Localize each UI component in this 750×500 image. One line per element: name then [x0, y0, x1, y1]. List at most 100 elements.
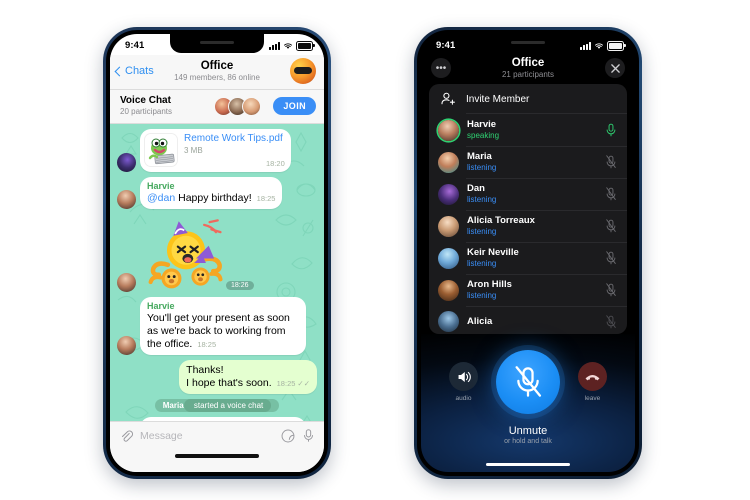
participant-state: listening	[467, 163, 497, 172]
audio-control[interactable]: audio	[449, 362, 478, 402]
more-dots-icon[interactable]: •••	[431, 58, 451, 78]
right-status-bar: 9:41	[421, 34, 635, 55]
message-text: @dan Happy birthday! 18:25	[147, 192, 275, 205]
participant-row[interactable]: Aron Hills listening	[429, 274, 627, 306]
participant-names: Keir Neville listening	[467, 247, 519, 269]
avatar	[438, 215, 459, 237]
participant-row[interactable]: Maria listening	[429, 146, 627, 178]
message-sender: Harvie	[147, 181, 175, 191]
service-message-voice-started: Maria started a voice chat	[117, 399, 317, 412]
participant-names: Dan listening	[467, 183, 496, 205]
cellular-bars-icon	[580, 42, 591, 50]
message-row-mention[interactable]: Harvie @dan Happy birthday! 18:25	[117, 177, 317, 209]
party-monkey-sticker[interactable]	[140, 214, 232, 292]
message-body: Happy birthday!	[175, 192, 252, 204]
search-input[interactable]: Message	[140, 430, 274, 442]
status-indicators	[580, 40, 626, 51]
mic-muted-icon[interactable]	[605, 219, 617, 233]
mic-on-icon[interactable]	[605, 123, 617, 137]
participant-name: Dan	[467, 183, 485, 194]
message-row-sticker[interactable]: 18:26	[117, 214, 317, 292]
leave-control[interactable]: leave	[578, 362, 607, 402]
left-status-bar: 9:41	[110, 34, 324, 55]
home-indicator[interactable]	[486, 462, 570, 466]
participant-names: Harvie speaking	[467, 119, 499, 141]
voice-chat-bar[interactable]: Voice Chat 20 participants JOIN	[110, 90, 324, 124]
speaker-icon	[458, 371, 471, 382]
participant-names: Aron Hills listening	[467, 279, 512, 301]
call-controls-area: audio leave Unmute or hold and talk	[421, 334, 635, 472]
participant-row[interactable]: Harvie speaking	[429, 114, 627, 146]
service-body: started a voice chat	[183, 399, 272, 412]
service-name: Maria	[162, 401, 184, 410]
message-timestamp: 18:25	[276, 379, 296, 388]
text-message-bubble[interactable]: Maria You can still have your Happy Birt…	[140, 417, 306, 421]
participant-names: Alicia Torreaux listening	[467, 215, 535, 237]
leave-call-button[interactable]	[578, 362, 607, 391]
message-sender: Harvie	[147, 301, 175, 311]
right-phone-screen: 9:41 ••• Office 21 participants Invite M…	[421, 34, 635, 472]
message-timestamp: 18:20	[265, 159, 285, 168]
unmute-button[interactable]	[496, 350, 560, 414]
outgoing-message-bubble[interactable]: Thanks! I hope that's soon. 18:25 ✓✓	[179, 360, 317, 394]
file-name[interactable]: Remote Work Tips.pdf	[184, 133, 283, 145]
participant-name: Maria	[467, 151, 492, 162]
participants-list[interactable]: Invite Member Harvie speaking Maria list…	[429, 84, 627, 334]
participant-state: speaking	[467, 131, 500, 140]
participant-state: listening	[467, 291, 497, 300]
invite-member-label: Invite Member	[466, 93, 530, 105]
back-to-chats-button[interactable]: Chats	[114, 65, 154, 77]
message-input-bar[interactable]: Message	[110, 421, 324, 449]
pdf-thumbnail	[144, 133, 178, 167]
paperclip-icon[interactable]	[119, 429, 133, 443]
participant-names: Maria listening	[467, 151, 496, 173]
mic-muted-icon[interactable]	[605, 283, 617, 297]
mic-muted-icon[interactable]	[605, 187, 617, 201]
participant-state: listening	[467, 259, 497, 268]
invite-member-button[interactable]: Invite Member	[429, 84, 627, 114]
participant-row[interactable]: Alicia Torreaux listening	[429, 210, 627, 242]
chat-message-list[interactable]: Remote Work Tips.pdf 3 MB 18:20 Harvie @…	[110, 124, 324, 421]
group-avatar[interactable]	[290, 58, 316, 84]
voice-chat-title: Voice Chat	[120, 95, 171, 106]
battery-icon	[607, 40, 626, 51]
participant-row[interactable]: Alicia	[429, 306, 627, 334]
microphone-icon[interactable]	[302, 428, 315, 443]
participant-row[interactable]: Dan listening	[429, 178, 627, 210]
audio-label: audio	[455, 395, 472, 402]
add-person-icon	[441, 92, 455, 105]
wifi-icon	[284, 42, 292, 49]
action-subtitle: or hold and talk	[504, 438, 552, 445]
close-icon[interactable]	[605, 58, 625, 78]
left-phone-screen: 9:41 Chats Office 149 members, 86 online…	[110, 34, 324, 472]
message-row-text[interactable]: Maria You can still have your Happy Birt…	[117, 417, 317, 421]
home-indicator[interactable]	[175, 454, 259, 458]
join-voice-chat-button[interactable]: JOIN	[273, 97, 316, 115]
mic-muted-icon[interactable]	[605, 155, 617, 169]
wifi-icon	[595, 42, 603, 49]
message-text: You'll get your present as soon as we're…	[147, 312, 299, 351]
mic-muted-icon[interactable]	[605, 251, 617, 265]
chat-header: Chats Office 149 members, 86 online	[110, 55, 324, 90]
participant-name: Alicia Torreaux	[467, 215, 535, 226]
audio-output-button[interactable]	[449, 362, 478, 391]
mention-link[interactable]: @dan	[147, 192, 175, 204]
back-label: Chats	[125, 65, 154, 77]
battery-icon	[296, 40, 315, 51]
message-row-text[interactable]: Harvie You'll get your present as soon a…	[117, 297, 317, 355]
voice-chat-texts: Voice Chat 20 participants	[120, 95, 172, 117]
mic-muted-icon[interactable]	[605, 314, 617, 329]
sticker-icon[interactable]	[281, 429, 295, 443]
text-message-bubble[interactable]: Harvie You'll get your present as soon a…	[140, 297, 306, 355]
avatar	[438, 311, 459, 332]
voice-chat-header-center: Office 21 participants	[421, 57, 635, 80]
participants-count: 21 participants	[501, 69, 555, 79]
file-message-bubble[interactable]: Remote Work Tips.pdf 3 MB 18:20	[140, 129, 291, 172]
message-row-outgoing[interactable]: Thanks! I hope that's soon. 18:25 ✓✓	[117, 360, 317, 394]
call-controls: audio leave	[449, 350, 607, 414]
text-message-bubble[interactable]: Harvie @dan Happy birthday! 18:25	[140, 177, 283, 209]
message-row-file[interactable]: Remote Work Tips.pdf 3 MB 18:20	[117, 129, 317, 172]
status-indicators	[269, 40, 315, 51]
participant-row[interactable]: Keir Neville listening	[429, 242, 627, 274]
avatar	[438, 279, 459, 301]
